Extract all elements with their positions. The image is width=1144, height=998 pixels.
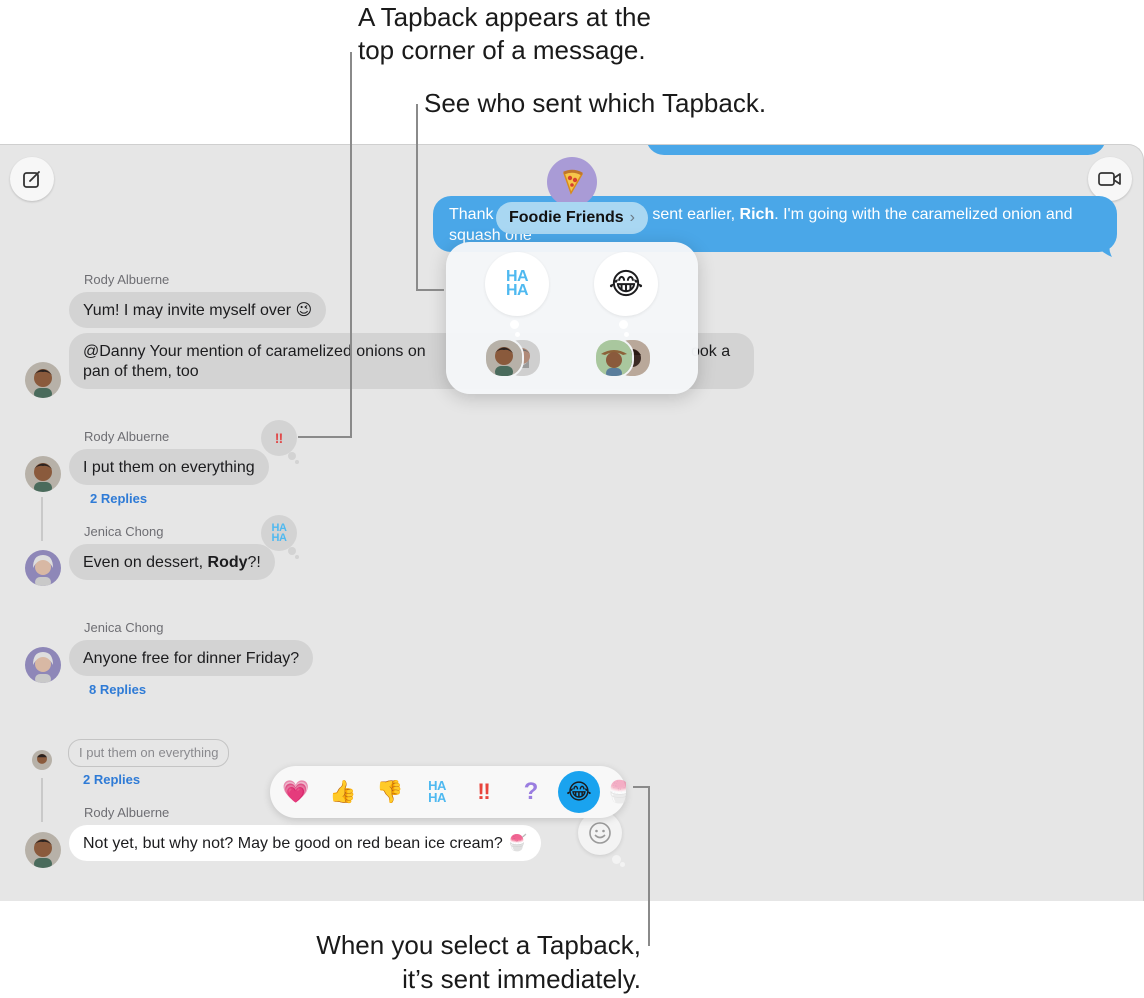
callout-top-line2: top corner of a message.	[358, 35, 646, 65]
pizza-icon	[563, 169, 584, 195]
thumbs-down-icon: 👎	[376, 779, 404, 804]
callout-bottom-line1: When you select a Tapback,	[316, 930, 641, 960]
outgoing-bubble-tail	[1096, 238, 1114, 257]
leader-line	[633, 786, 649, 788]
haha-reaction: HA HA	[485, 252, 549, 316]
avatar	[594, 338, 634, 378]
message-bubble-red-bean[interactable]: Not yet, but why not? May be good on red…	[69, 825, 542, 861]
haha-icon: HA HA	[271, 522, 287, 544]
video-camera-icon	[1098, 172, 1121, 186]
pizza-tapback-badge[interactable]	[547, 157, 597, 207]
thumbs-up-tapback[interactable]: 👍	[325, 774, 361, 810]
message-bubble-dinner[interactable]: Anyone free for dinner Friday?	[69, 640, 314, 676]
message-bubble-yum[interactable]: Yum! I may invite myself over 😉	[69, 292, 327, 328]
smiley-icon	[589, 822, 611, 844]
tears-of-joy-reaction: 😂	[594, 252, 658, 316]
quoted-message[interactable]: I put them on everything	[68, 739, 230, 767]
dessert-text-bold: Rody	[207, 554, 248, 571]
leader-line	[350, 52, 352, 438]
leader-line	[416, 289, 444, 291]
avatar	[25, 550, 61, 586]
message-bubble-dessert[interactable]: Even on dessert, Rody?!	[69, 544, 275, 580]
leader-line	[416, 104, 418, 290]
heart-icon: 💗	[282, 779, 310, 804]
haha-tapback[interactable]: HA HA	[419, 774, 455, 810]
heart-tapback[interactable]: 💗	[278, 774, 314, 810]
avatar	[484, 338, 524, 378]
tears-of-joy-icon: 😂	[566, 779, 592, 804]
avatar	[32, 750, 52, 770]
compose-icon	[23, 171, 40, 188]
question-mark-icon: ?	[523, 778, 539, 805]
sender-name: Rody Albuerne	[84, 805, 170, 820]
leader-line	[298, 436, 351, 438]
exclamation-tapback-badge[interactable]: ‼	[261, 420, 297, 456]
message-bubble-everything[interactable]: I put them on everything	[69, 449, 269, 485]
tapback-picker-bar: 💗 👍 👎 HA HA ‼ ? 😂 🍧	[270, 766, 626, 818]
haha-icon: HA HA	[428, 778, 446, 805]
thumbs-down-tapback[interactable]: 👎	[372, 774, 408, 810]
thread-line	[41, 497, 43, 541]
replies-link[interactable]: 2 Replies	[83, 772, 140, 787]
group-name-label: Foodie Friends	[509, 209, 624, 226]
tears-of-joy-tapback-selected[interactable]: 😂	[558, 771, 600, 813]
exclamation-tapback[interactable]: ‼	[466, 774, 502, 810]
thumbs-up-icon: 👍	[329, 779, 357, 804]
callout-bottom-line2: it’s sent immediately.	[402, 964, 641, 994]
message-mention-line1: @Danny Your mention of caramelized onion…	[83, 343, 426, 360]
question-tapback[interactable]: ?	[513, 774, 549, 810]
avatar	[25, 362, 61, 398]
callout-middle: See who sent which Tapback.	[424, 88, 767, 118]
replies-link[interactable]: 2 Replies	[90, 491, 147, 506]
sender-name: Rody Albuerne	[84, 272, 170, 287]
video-call-button[interactable]	[1088, 157, 1132, 201]
chevron-right-icon: ›	[629, 209, 635, 226]
haha-tapback-badge[interactable]: HA HA	[261, 515, 297, 551]
shaved-ice-icon: 🍧	[606, 779, 626, 804]
tears-of-joy-icon: 😂	[608, 267, 644, 301]
double-exclamation-icon: ‼	[477, 779, 491, 804]
dessert-text-end: ?!	[247, 554, 261, 571]
avatar	[25, 456, 61, 492]
avatar	[25, 647, 61, 683]
message-mention-line2: pan of them, too	[83, 363, 199, 380]
previous-message-tail	[646, 145, 1106, 155]
outgoing-text-bold: Rich	[739, 206, 775, 223]
double-exclamation-icon: ‼	[274, 430, 284, 446]
thread-line	[41, 778, 43, 822]
outgoing-text-start: Thank	[449, 206, 494, 223]
compose-button[interactable]	[10, 157, 54, 201]
group-name-pill[interactable]: Foodie Friends ›	[496, 202, 648, 234]
sender-name: Rody Albuerne	[84, 429, 170, 444]
avatar	[25, 832, 61, 868]
shaved-ice-tapback[interactable]: 🍧	[606, 774, 626, 810]
outgoing-text-middle: sent earlier,	[652, 206, 736, 223]
sender-name: Jenica Chong	[84, 524, 164, 539]
replies-link[interactable]: 8 Replies	[89, 682, 146, 697]
leader-line	[648, 786, 650, 946]
sender-name: Jenica Chong	[84, 620, 164, 635]
dessert-text-start: Even on dessert,	[83, 554, 208, 571]
tapback-details-popover: HA HA 😂	[446, 242, 698, 394]
outgoing-text-end: . I'm going with the caramelized onion a…	[774, 206, 1073, 223]
callout-top-line1: A Tapback appears at the	[358, 2, 651, 32]
